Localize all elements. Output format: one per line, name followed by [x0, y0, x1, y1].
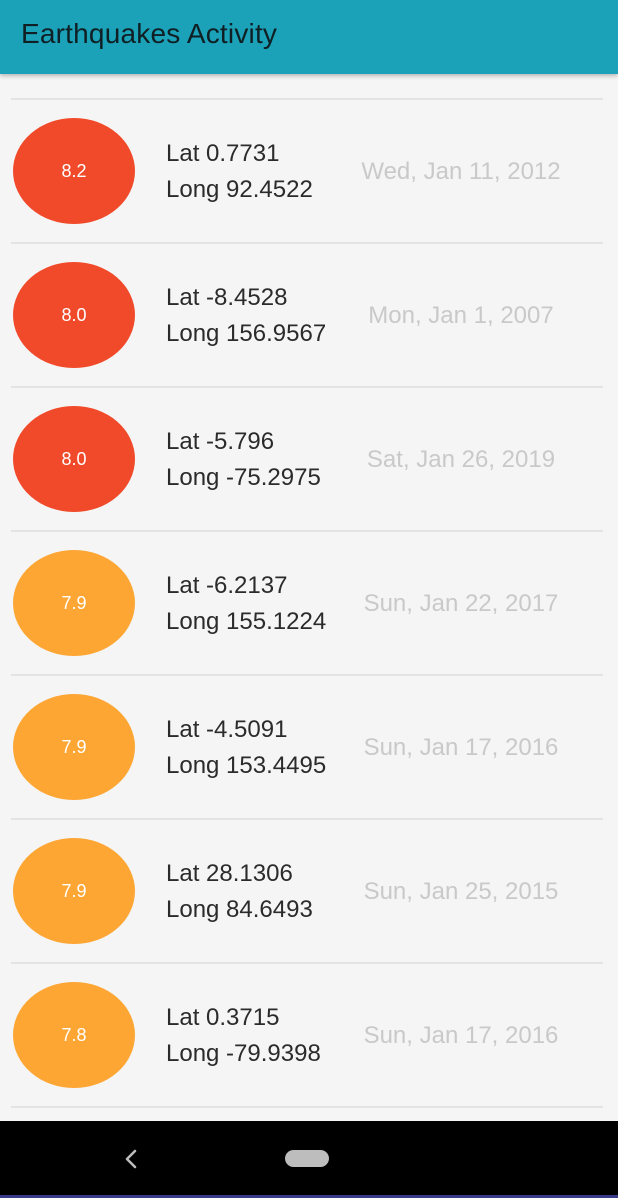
longitude-label: Long 155.1224 — [166, 608, 327, 635]
latitude-label: Lat -6.2137 — [166, 572, 288, 599]
list-item[interactable]: 7.9 Lat 28.1306 Long 84.6493 Sun, Jan 25… — [11, 820, 603, 964]
coordinates: Lat -5.796 Long -75.2975 — [166, 424, 321, 496]
chevron-left-icon[interactable] — [118, 1145, 144, 1173]
coordinates: Lat -6.2137 Long 155.1224 — [166, 568, 326, 640]
app-title: Earthquakes Activity — [21, 18, 278, 49]
list-item[interactable]: 7.8 Lat 0.3715 Long -79.9398 Sun, Jan 17… — [11, 964, 603, 1108]
magnitude-circle: 7.8 — [13, 982, 135, 1088]
date-label: Mon, Jan 1, 2007 — [368, 302, 554, 329]
date-label: Sun, Jan 25, 2015 — [363, 878, 559, 905]
longitude-label: Long -75.2975 — [166, 464, 321, 491]
magnitude-circle: 8.0 — [13, 262, 135, 368]
coordinates: Lat 0.7731 Long 92.4522 — [166, 136, 313, 208]
latitude-label: Lat -5.796 — [166, 428, 275, 455]
coordinates: Lat -8.4528 Long 156.9567 — [166, 280, 326, 352]
list-item[interactable]: 8.0 Lat -8.4528 Long 156.9567 Mon, Jan 1… — [11, 244, 603, 388]
longitude-label: Long 153.4495 — [166, 752, 327, 779]
coordinates: Lat 0.3715 Long -79.9398 — [166, 1000, 321, 1072]
app-bar: Earthquakes Activity — [0, 0, 618, 74]
longitude-label: Long 156.9567 — [166, 320, 327, 347]
list-item[interactable]: 8.0 Lat -5.796 Long -75.2975 Sat, Jan 26… — [11, 388, 603, 532]
system-nav-bar — [0, 1121, 618, 1198]
date-label: Sat, Jan 26, 2019 — [366, 446, 556, 473]
date-label: Sun, Jan 17, 2016 — [363, 734, 559, 761]
magnitude-circle: 7.9 — [13, 694, 135, 800]
date-label: Sun, Jan 22, 2017 — [363, 590, 559, 617]
magnitude-circle: 8.0 — [13, 406, 135, 512]
magnitude-circle: 7.9 — [13, 838, 135, 944]
longitude-label: Long 92.4522 — [166, 176, 313, 203]
home-pill-icon[interactable] — [285, 1150, 329, 1167]
coordinates: Lat 28.1306 Long 84.6493 — [166, 856, 313, 928]
latitude-label: Lat 0.3715 — [166, 1004, 280, 1031]
earthquake-list[interactable]: 8.2 Lat 0.7731 Long 92.4522 Wed, Jan 11,… — [11, 98, 603, 1108]
list-item[interactable]: 8.2 Lat 0.7731 Long 92.4522 Wed, Jan 11,… — [11, 100, 603, 244]
latitude-label: Lat -8.4528 — [166, 284, 288, 311]
longitude-label: Long -79.9398 — [166, 1040, 321, 1067]
date-label: Sun, Jan 17, 2016 — [363, 1022, 559, 1049]
list-item[interactable]: 7.9 Lat -4.5091 Long 153.4495 Sun, Jan 1… — [11, 676, 603, 820]
latitude-label: Lat 0.7731 — [166, 140, 280, 167]
latitude-label: Lat 28.1306 — [166, 860, 293, 887]
longitude-label: Long 84.6493 — [166, 896, 313, 923]
magnitude-circle: 7.9 — [13, 550, 135, 656]
latitude-label: Lat -4.5091 — [166, 716, 288, 743]
date-label: Wed, Jan 11, 2012 — [361, 158, 561, 185]
coordinates: Lat -4.5091 Long 153.4495 — [166, 712, 326, 784]
list-item[interactable]: 7.9 Lat -6.2137 Long 155.1224 Sun, Jan 2… — [11, 532, 603, 676]
magnitude-circle: 8.2 — [13, 118, 135, 224]
